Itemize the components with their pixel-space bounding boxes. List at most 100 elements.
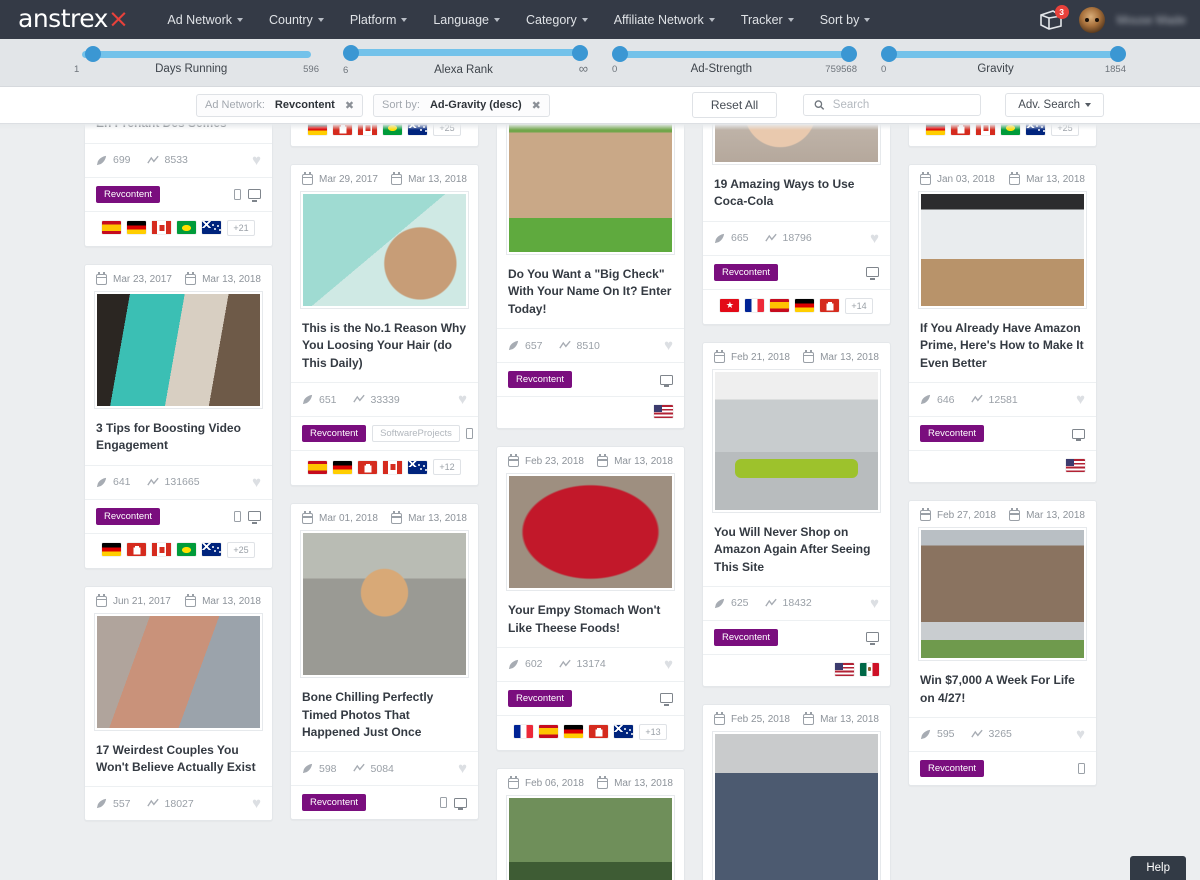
flag-ca-icon bbox=[152, 221, 171, 234]
ad-title[interactable]: 19 Amazing Ways to Use Coca-Cola bbox=[703, 165, 890, 221]
favorite-heart-icon[interactable]: ♥ bbox=[1076, 392, 1085, 407]
nav-item-category[interactable]: Category bbox=[513, 7, 601, 33]
ad-thumbnail[interactable] bbox=[506, 124, 675, 255]
ad-thumbnail[interactable] bbox=[94, 291, 263, 409]
nav-item-affiliate-network[interactable]: Affiliate Network bbox=[601, 7, 728, 33]
ad-card[interactable]: 711 117203 ♥ Revcontent bbox=[908, 124, 1097, 147]
slider-track[interactable] bbox=[351, 49, 580, 56]
ad-card[interactable]: 16 Morts Déchirantes Tout En Prenant Des… bbox=[84, 124, 273, 247]
nav-item-tracker[interactable]: Tracker bbox=[728, 7, 807, 33]
slider-knob-max[interactable] bbox=[572, 45, 588, 61]
ad-card[interactable]: Mar 23, 2017 Mar 13, 2018 3 Tips for Boo… bbox=[84, 264, 273, 569]
network-tag[interactable]: Revcontent bbox=[508, 690, 572, 707]
nav-item-language[interactable]: Language bbox=[420, 7, 513, 33]
network-tag[interactable]: Revcontent bbox=[508, 371, 572, 388]
close-icon[interactable]: ✖ bbox=[532, 99, 541, 112]
ad-card[interactable]: Mar 01, 2018 Mar 13, 2018 Bone Chilling … bbox=[290, 503, 479, 820]
ad-card[interactable]: Mar 29, 2017 Mar 13, 2018 This is the No… bbox=[290, 164, 479, 486]
favorite-heart-icon[interactable]: ♥ bbox=[870, 596, 879, 611]
slider-track[interactable] bbox=[889, 51, 1118, 58]
ad-thumbnail[interactable] bbox=[712, 369, 881, 513]
favorite-heart-icon[interactable]: ♥ bbox=[252, 153, 261, 168]
favorite-heart-icon[interactable]: ♥ bbox=[1076, 727, 1085, 742]
affiliate-tag[interactable]: SoftwareProjects bbox=[372, 425, 460, 442]
slider-track[interactable] bbox=[82, 51, 311, 58]
avatar[interactable] bbox=[1079, 7, 1105, 33]
more-flags-badge[interactable]: +21 bbox=[227, 220, 254, 236]
ad-card[interactable]: Do You Want a "Big Check" With Your Name… bbox=[496, 124, 685, 429]
brand-logo[interactable]: anstrex× bbox=[18, 4, 128, 33]
slider-knob-max[interactable] bbox=[1110, 46, 1126, 62]
more-flags-badge[interactable]: +25 bbox=[227, 542, 254, 558]
ad-thumbnail[interactable] bbox=[918, 191, 1087, 309]
user-name[interactable]: Mouse Made bbox=[1117, 13, 1186, 27]
favorite-heart-icon[interactable]: ♥ bbox=[870, 231, 879, 246]
network-tag[interactable]: Revcontent bbox=[302, 794, 366, 811]
more-flags-badge[interactable]: +12 bbox=[433, 459, 460, 475]
search-input[interactable] bbox=[833, 99, 970, 111]
inbox-button[interactable]: 3 bbox=[1037, 7, 1067, 33]
network-tag[interactable]: Revcontent bbox=[96, 508, 160, 525]
ad-title[interactable]: This is the No.1 Reason Why You Loosing … bbox=[291, 309, 478, 382]
more-flags-badge[interactable]: +25 bbox=[433, 124, 460, 136]
nav-item-sort-by[interactable]: Sort by bbox=[807, 7, 884, 33]
slider-knob-min[interactable] bbox=[343, 45, 359, 61]
ad-title[interactable]: If You Already Have Amazon Prime, Here's… bbox=[909, 309, 1096, 382]
ad-card[interactable]: Feb 27, 2018 Mar 13, 2018 Win $7,000 A W… bbox=[908, 500, 1097, 786]
favorite-heart-icon[interactable]: ♥ bbox=[664, 657, 673, 672]
ad-title[interactable]: Bone Chilling Perfectly Timed Photos Tha… bbox=[291, 678, 478, 751]
slider-knob-min[interactable] bbox=[881, 46, 897, 62]
ad-thumbnail[interactable] bbox=[918, 527, 1087, 661]
ad-title[interactable]: Win $7,000 A Week For Life on 4/27! bbox=[909, 661, 1096, 717]
nav-item-country[interactable]: Country bbox=[256, 7, 337, 33]
help-button[interactable]: Help bbox=[1130, 856, 1186, 880]
close-icon[interactable]: ✖ bbox=[345, 99, 354, 112]
more-flags-badge[interactable]: +25 bbox=[1051, 124, 1078, 136]
network-tag[interactable]: Revcontent bbox=[714, 629, 778, 646]
slider-track[interactable] bbox=[620, 51, 849, 58]
more-flags-badge[interactable]: +14 bbox=[845, 298, 872, 314]
ad-title[interactable]: You Will Never Shop on Amazon Again Afte… bbox=[703, 513, 890, 586]
ad-title[interactable]: 16 Morts Déchirantes Tout En Prenant Des… bbox=[85, 124, 272, 143]
ad-card[interactable]: Feb 06, 2018 Mar 13, 2018 bbox=[496, 768, 685, 880]
network-tag[interactable]: Revcontent bbox=[714, 264, 778, 281]
favorite-heart-icon[interactable]: ♥ bbox=[458, 392, 467, 407]
slider-knob-min[interactable] bbox=[85, 46, 101, 62]
favorite-heart-icon[interactable]: ♥ bbox=[664, 338, 673, 353]
favorite-heart-icon[interactable]: ♥ bbox=[252, 796, 261, 811]
ad-thumbnail[interactable] bbox=[300, 191, 469, 309]
ad-card[interactable]: Jan 03, 2018 Mar 13, 2018 If You Already… bbox=[908, 164, 1097, 483]
advanced-search-button[interactable]: Adv. Search bbox=[1005, 93, 1104, 117]
more-flags-badge[interactable]: +13 bbox=[639, 724, 666, 740]
ad-card[interactable]: Feb 23, 2018 Mar 13, 2018 Your Empy Stom… bbox=[496, 446, 685, 751]
ad-card[interactable]: 19 Amazing Ways to Use Coca-Cola 665 187… bbox=[702, 124, 891, 325]
ad-title[interactable]: Do You Want a "Big Check" With Your Name… bbox=[497, 255, 684, 328]
search-box[interactable] bbox=[803, 94, 981, 116]
favorite-heart-icon[interactable]: ♥ bbox=[458, 761, 467, 776]
ad-thumbnail[interactable] bbox=[94, 613, 263, 731]
ad-thumbnail[interactable] bbox=[300, 530, 469, 678]
ad-thumbnail[interactable] bbox=[506, 473, 675, 591]
ad-thumbnail[interactable] bbox=[712, 124, 881, 165]
nav-item-ad-network[interactable]: Ad Network bbox=[154, 7, 256, 33]
ad-title[interactable]: 17 Weirdest Couples You Won't Believe Ac… bbox=[85, 731, 272, 787]
ad-thumbnail[interactable] bbox=[712, 731, 881, 880]
network-tag[interactable]: Revcontent bbox=[920, 760, 984, 777]
reset-all-button[interactable]: Reset All bbox=[692, 92, 777, 118]
slider-knob-min[interactable] bbox=[612, 46, 628, 62]
network-tag[interactable]: Revcontent bbox=[302, 425, 366, 442]
ad-card[interactable]: Feb 25, 2018 Mar 13, 2018 bbox=[702, 704, 891, 880]
filter-chip-ad-network[interactable]: Ad Network: Revcontent ✖ bbox=[196, 94, 363, 117]
ad-card[interactable]: Revcontent +25 bbox=[290, 124, 479, 147]
ad-title[interactable]: 3 Tips for Boosting Video Engagement bbox=[85, 409, 272, 465]
nav-item-platform[interactable]: Platform bbox=[337, 7, 421, 33]
filter-chip-sort-by[interactable]: Sort by: Ad-Gravity (desc) ✖ bbox=[373, 94, 550, 117]
ad-thumbnail[interactable] bbox=[506, 795, 675, 880]
network-tag[interactable]: Revcontent bbox=[96, 186, 160, 203]
network-tag[interactable]: Revcontent bbox=[920, 425, 984, 442]
favorite-heart-icon[interactable]: ♥ bbox=[252, 475, 261, 490]
ad-card[interactable]: Feb 21, 2018 Mar 13, 2018 You Will Never… bbox=[702, 342, 891, 687]
ad-title[interactable]: Your Empy Stomach Won't Like Theese Food… bbox=[497, 591, 684, 647]
slider-knob-max[interactable] bbox=[841, 46, 857, 62]
ad-card[interactable]: Jun 21, 2017 Mar 13, 2018 17 Weirdest Co… bbox=[84, 586, 273, 822]
